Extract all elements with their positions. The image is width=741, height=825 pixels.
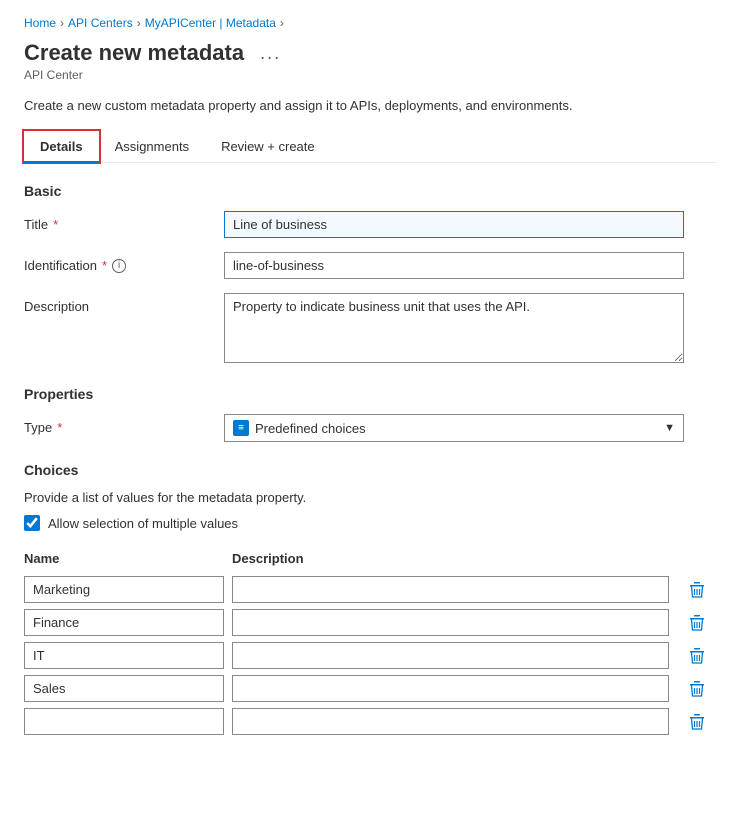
title-label: Title* (24, 211, 224, 232)
type-select[interactable]: Predefined choices ▼ (224, 414, 684, 442)
allow-multiple-row: Allow selection of multiple values (24, 515, 717, 531)
breadcrumb-api-centers[interactable]: API Centers (68, 16, 133, 30)
choices-description: Provide a list of values for the metadat… (24, 490, 717, 505)
identification-required: * (102, 258, 107, 273)
allow-multiple-label[interactable]: Allow selection of multiple values (48, 516, 238, 531)
choices-section-label: Choices (24, 462, 717, 478)
breadcrumb-sep-2: › (137, 16, 141, 30)
delete-choice-2[interactable] (677, 645, 717, 667)
choice-name-1[interactable] (24, 609, 224, 636)
type-required: * (57, 420, 62, 435)
breadcrumb-sep-1: › (60, 16, 64, 30)
identification-row: Identification* i (24, 252, 717, 279)
delete-choice-4[interactable] (677, 711, 717, 733)
type-value: Predefined choices (255, 421, 366, 436)
choices-table-header: Name Description (24, 547, 717, 570)
trash-icon-3 (689, 680, 705, 698)
breadcrumb-sep-3: › (280, 16, 284, 30)
choice-desc-2[interactable] (232, 642, 669, 669)
delete-choice-1[interactable] (677, 612, 717, 634)
identification-input[interactable] (224, 252, 684, 279)
choice-name-0[interactable] (24, 576, 224, 603)
type-label: Type* (24, 414, 224, 435)
description-row: Description Property to indicate busines… (24, 293, 717, 366)
breadcrumb-myapicenter[interactable]: MyAPICenter | Metadata (145, 16, 276, 30)
basic-section-label: Basic (24, 183, 717, 199)
type-select-container: Predefined choices ▼ (224, 414, 684, 442)
trash-icon-1 (689, 614, 705, 632)
title-row: Title* (24, 211, 717, 238)
choice-name-4[interactable] (24, 708, 224, 735)
type-row: Type* Predefined choices ▼ (24, 414, 717, 442)
description-textarea[interactable]: Property to indicate business unit that … (224, 293, 684, 363)
description-label: Description (24, 293, 224, 314)
tabs: Details Assignments Review + create (24, 131, 717, 163)
choice-desc-0[interactable] (232, 576, 669, 603)
title-input[interactable] (224, 211, 684, 238)
title-required: * (53, 217, 58, 232)
choices-row-1 (24, 609, 717, 636)
choice-desc-3[interactable] (232, 675, 669, 702)
delete-choice-3[interactable] (677, 678, 717, 700)
page-description: Create a new custom metadata property an… (24, 98, 717, 113)
allow-multiple-checkbox[interactable] (24, 515, 40, 531)
choice-desc-1[interactable] (232, 609, 669, 636)
description-field-container: Property to indicate business unit that … (224, 293, 684, 366)
tab-details[interactable]: Details (24, 131, 99, 162)
identification-info-icon[interactable]: i (112, 259, 126, 273)
breadcrumb: Home › API Centers › MyAPICenter | Metad… (24, 16, 717, 30)
trash-icon-2 (689, 647, 705, 665)
page-subtitle: API Center (24, 68, 717, 82)
chevron-down-icon: ▼ (664, 422, 675, 434)
choices-row-0 (24, 576, 717, 603)
choices-row-2 (24, 642, 717, 669)
delete-choice-0[interactable] (677, 579, 717, 601)
page-title: Create new metadata (24, 40, 244, 66)
choices-row-4 (24, 708, 717, 735)
tab-review-create[interactable]: Review + create (205, 131, 331, 162)
type-icon (233, 420, 249, 436)
identification-label: Identification* i (24, 252, 224, 273)
choices-row-3 (24, 675, 717, 702)
trash-icon-0 (689, 581, 705, 599)
ellipsis-button[interactable]: ... (254, 41, 287, 66)
choice-desc-4[interactable] (232, 708, 669, 735)
choices-col-name: Name (24, 551, 224, 566)
breadcrumb-home[interactable]: Home (24, 16, 56, 30)
choice-name-3[interactable] (24, 675, 224, 702)
trash-icon-4 (689, 713, 705, 731)
identification-field-container (224, 252, 684, 279)
choice-name-2[interactable] (24, 642, 224, 669)
choices-col-description: Description (232, 551, 669, 566)
title-field-container (224, 211, 684, 238)
properties-section-label: Properties (24, 386, 717, 402)
tab-assignments[interactable]: Assignments (99, 131, 205, 162)
